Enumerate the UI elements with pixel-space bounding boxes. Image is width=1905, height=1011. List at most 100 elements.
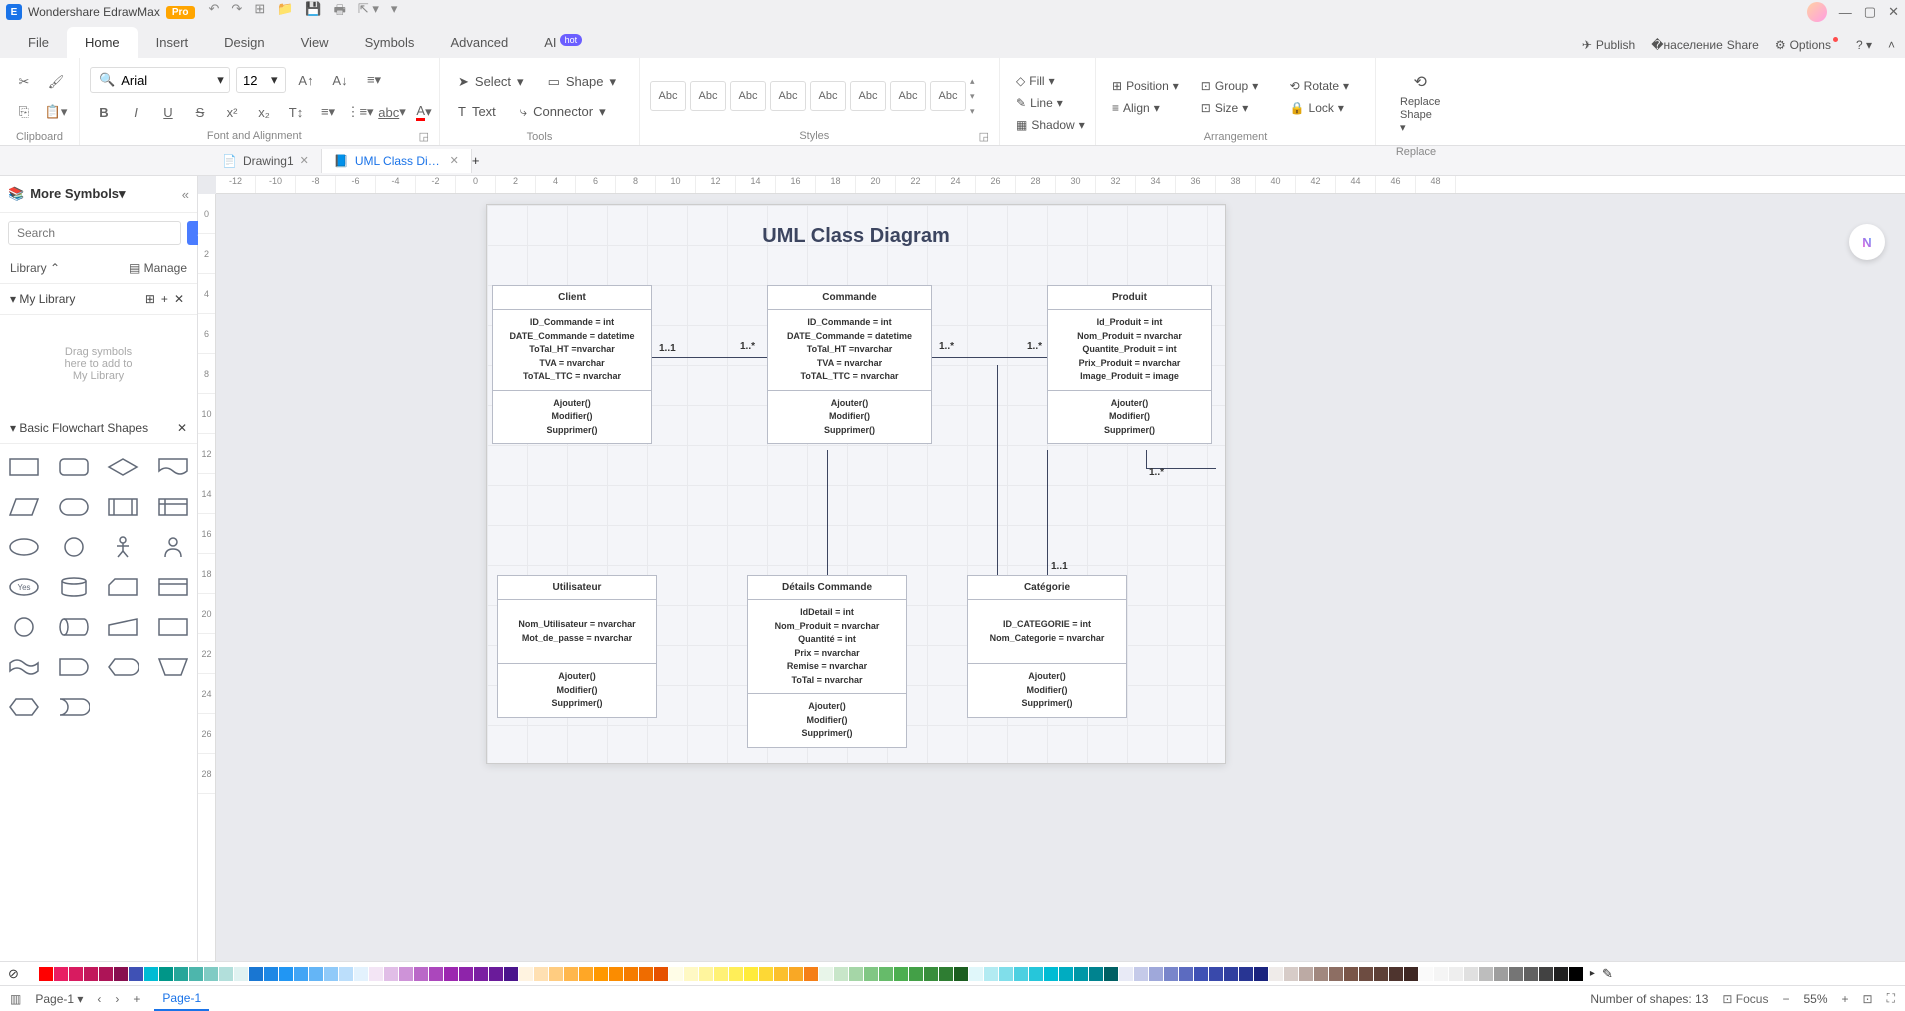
color-swatch[interactable]: [204, 967, 218, 981]
color-swatch[interactable]: [714, 967, 728, 981]
assoc-line[interactable]: [1047, 450, 1048, 575]
color-swatch[interactable]: [849, 967, 863, 981]
highlight-button[interactable]: abc▾: [378, 99, 406, 125]
options-button[interactable]: ⚙ Options: [1775, 38, 1840, 52]
color-swatch[interactable]: [789, 967, 803, 981]
rotate-button[interactable]: ⟲ Rotate ▾: [1284, 76, 1363, 96]
shape-diamond[interactable]: [104, 452, 144, 482]
format-painter-button[interactable]: 🖌: [42, 69, 70, 95]
color-swatch[interactable]: [819, 967, 833, 981]
assoc-line[interactable]: [827, 450, 828, 575]
shape-display[interactable]: [104, 652, 144, 682]
text-direction-button[interactable]: T↕: [282, 99, 310, 125]
color-swatch[interactable]: [1434, 967, 1448, 981]
my-library-toggle[interactable]: ▾ My Library: [10, 292, 75, 306]
color-swatch[interactable]: [879, 967, 893, 981]
shape-tool[interactable]: ▭ Shape ▾: [540, 70, 624, 94]
size-button[interactable]: ⊡ Size ▾: [1195, 98, 1274, 118]
open-button[interactable]: 📁: [277, 1, 293, 23]
assoc-line[interactable]: [932, 357, 1047, 358]
line-button[interactable]: ✎ Line ▾: [1010, 93, 1091, 113]
color-swatch[interactable]: [609, 967, 623, 981]
select-tool[interactable]: ➤ Select ▾: [450, 70, 532, 94]
color-swatch[interactable]: [1284, 967, 1298, 981]
color-swatch[interactable]: [474, 967, 488, 981]
tab-symbols[interactable]: Symbols: [347, 27, 433, 58]
color-swatch[interactable]: [1554, 967, 1568, 981]
color-swatch[interactable]: [1179, 967, 1193, 981]
color-swatch[interactable]: [564, 967, 578, 981]
color-swatch[interactable]: [594, 967, 608, 981]
zoom-level[interactable]: 55%: [1803, 992, 1827, 1006]
save-button[interactable]: 💾: [305, 1, 321, 23]
shape-manual-op[interactable]: [153, 652, 193, 682]
color-swatch[interactable]: [1089, 967, 1103, 981]
color-swatch[interactable]: [39, 967, 53, 981]
assoc-line[interactable]: [1146, 450, 1147, 468]
color-swatch[interactable]: [504, 967, 518, 981]
color-swatch[interactable]: [1014, 967, 1028, 981]
color-swatch[interactable]: [969, 967, 983, 981]
color-swatch[interactable]: [294, 967, 308, 981]
color-swatch[interactable]: [774, 967, 788, 981]
tab-design[interactable]: Design: [206, 27, 282, 58]
no-color-button[interactable]: ⊘: [8, 966, 19, 982]
align-button[interactable]: ≡ Align ▾: [1106, 98, 1185, 118]
uml-class-commande[interactable]: Commande ID_Commande = intDATE_Commande …: [767, 285, 932, 444]
shape-terminator2[interactable]: [54, 692, 94, 722]
shape-database[interactable]: [54, 572, 94, 602]
style-preset-3[interactable]: Abc: [730, 81, 766, 111]
shape-subroutine[interactable]: [153, 572, 193, 602]
font-input[interactable]: [121, 73, 211, 88]
shape-connector[interactable]: [4, 612, 44, 642]
color-swatch[interactable]: [129, 967, 143, 981]
shape-hexagon[interactable]: [4, 692, 44, 722]
symbol-search-input[interactable]: [8, 221, 181, 245]
share-button[interactable]: �население Share: [1651, 38, 1759, 52]
color-swatch[interactable]: [279, 967, 293, 981]
style-down-button[interactable]: ▾: [970, 91, 975, 102]
basic-shapes-toggle[interactable]: ▾ Basic Flowchart Shapes: [10, 421, 148, 435]
doc-tab-drawing1[interactable]: 📄Drawing1✕: [210, 149, 322, 173]
assoc-line[interactable]: [652, 357, 767, 358]
color-swatch[interactable]: [459, 967, 473, 981]
connector-tool[interactable]: ⤷ Connector ▾: [512, 100, 614, 124]
lib-action-2[interactable]: +: [161, 292, 168, 306]
lib-action-1[interactable]: ⊞: [145, 292, 155, 306]
color-swatch[interactable]: [1479, 967, 1493, 981]
color-swatch[interactable]: [1119, 967, 1133, 981]
color-swatch[interactable]: [174, 967, 188, 981]
color-swatch[interactable]: [909, 967, 923, 981]
color-swatch[interactable]: [249, 967, 263, 981]
tab-advanced[interactable]: Advanced: [432, 27, 526, 58]
color-swatch[interactable]: [1404, 967, 1418, 981]
prev-page-button[interactable]: ‹: [97, 992, 101, 1006]
shape-predefined[interactable]: [104, 492, 144, 522]
manage-button[interactable]: ▤ Manage: [129, 261, 187, 275]
color-swatch[interactable]: [1419, 967, 1433, 981]
bold-button[interactable]: B: [90, 99, 118, 125]
shape-card[interactable]: [104, 572, 144, 602]
color-swatch[interactable]: [1314, 967, 1328, 981]
color-swatch[interactable]: [1344, 967, 1358, 981]
color-swatch[interactable]: [69, 967, 83, 981]
color-swatch[interactable]: [444, 967, 458, 981]
color-swatch[interactable]: [264, 967, 278, 981]
color-swatch[interactable]: [1074, 967, 1088, 981]
italic-button[interactable]: I: [122, 99, 150, 125]
color-swatch[interactable]: [939, 967, 953, 981]
new-button[interactable]: ⊞: [254, 1, 265, 23]
color-swatch[interactable]: [339, 967, 353, 981]
decrease-font-button[interactable]: A↓: [326, 67, 354, 93]
color-swatch[interactable]: [114, 967, 128, 981]
canvas[interactable]: UML Class Diagram 1..1 1..* 1..* 1..* 1.…: [216, 194, 1905, 961]
page[interactable]: UML Class Diagram 1..1 1..* 1..* 1..* 1.…: [486, 204, 1226, 764]
color-swatch[interactable]: [1359, 967, 1373, 981]
tab-view[interactable]: View: [283, 27, 347, 58]
color-swatch[interactable]: [624, 967, 638, 981]
doc-tab-uml[interactable]: 📘UML Class Dia...✕: [322, 149, 472, 173]
position-button[interactable]: ⊞ Position ▾: [1106, 76, 1185, 96]
diagram-title[interactable]: UML Class Diagram: [487, 205, 1225, 248]
color-swatch[interactable]: [639, 967, 653, 981]
user-avatar[interactable]: [1807, 2, 1827, 22]
